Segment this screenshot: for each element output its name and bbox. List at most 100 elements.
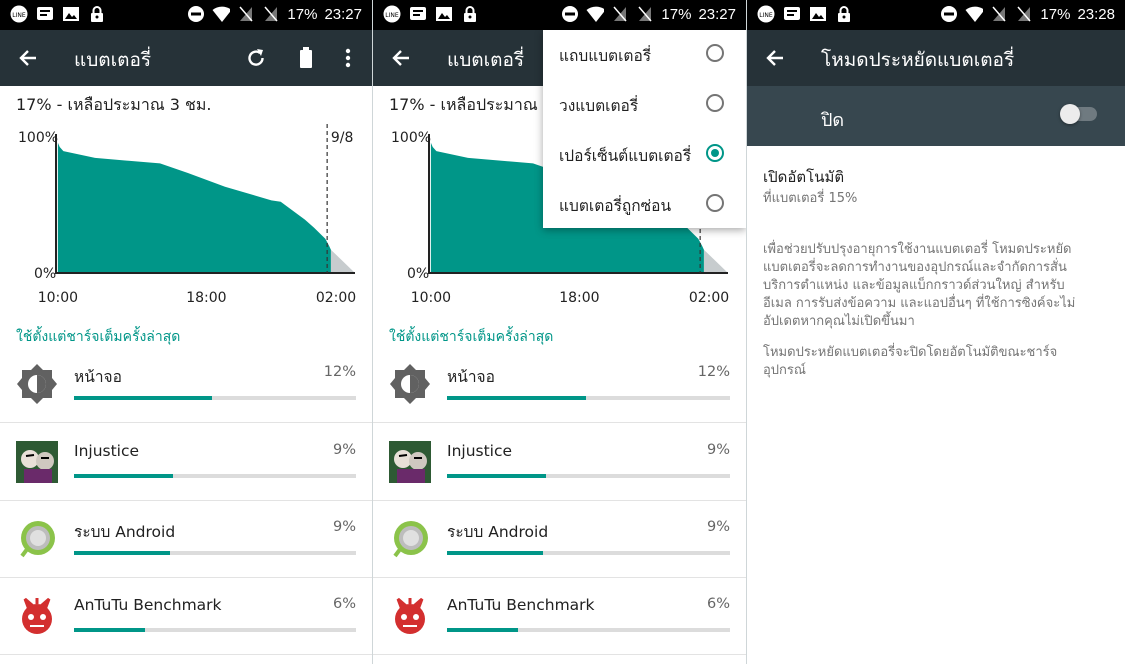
description-line: อีเมล การรับส่งข้อความ และแอปอื่นๆ ที่ใช… (763, 296, 1076, 311)
usage-percent: 12% (697, 364, 730, 380)
menu-item-label: วงแบตเตอรี่ (559, 97, 639, 115)
line-app-icon: LINE (10, 5, 28, 23)
y-axis-top-label: 100% (391, 130, 431, 146)
app-bar: โหมดประหยัดแบตเตอรี่ (747, 30, 1125, 86)
arrow-back-icon[interactable] (389, 46, 415, 70)
usage-app-name: ระบบ Android (447, 523, 549, 541)
menu-item-battery-percent[interactable]: เปอร์เซ็นต์แบตเตอรี่ (543, 130, 746, 180)
saver-description: เพื่อช่วยปรับปรุงอายุการใช้งานแบตเตอรี่ … (763, 241, 1105, 331)
x-tick-label: 18:00 (186, 290, 226, 306)
antutu-app-icon (16, 595, 58, 637)
usage-bar-fill (74, 551, 170, 555)
page-title: แบตเตอรี่ (74, 49, 152, 71)
y-axis-bottom-label: 0% (407, 266, 429, 282)
radio-button[interactable] (706, 94, 724, 112)
arrow-back-icon[interactable] (16, 46, 42, 70)
do-not-disturb-icon (561, 5, 579, 23)
line-app-icon: LINE (383, 5, 401, 23)
menu-item-label: เปอร์เซ็นต์แบตเตอรี่ (559, 147, 692, 165)
line-app-icon: LINE (757, 5, 775, 23)
brightness-icon (16, 363, 58, 405)
battery-saver-toggle[interactable] (1060, 104, 1097, 124)
radio-button[interactable] (706, 194, 724, 212)
description-line: อุปกรณ์ (763, 363, 806, 378)
usage-bar-fill (74, 396, 213, 400)
usage-bar (447, 396, 730, 400)
usage-bar (447, 474, 730, 478)
toggle-knob (1060, 104, 1080, 124)
usage-row-antutu[interactable]: AnTuTu Benchmark 6% (373, 577, 746, 655)
usage-bar-fill (74, 474, 173, 478)
usage-row-android-system[interactable]: ระบบ Android 9% (373, 500, 746, 578)
usage-app-name: ระบบ Android (74, 523, 176, 541)
usage-app-name: AnTuTu Benchmark (447, 596, 595, 614)
no-signal-icon (990, 5, 1008, 23)
do-not-disturb-icon (187, 5, 205, 23)
page-title: แบตเตอรี่ (447, 49, 525, 71)
no-signal-icon (611, 5, 629, 23)
usage-bar (74, 551, 356, 555)
lock-icon (461, 5, 479, 23)
menu-item-battery-bar[interactable]: แถบแบตเตอรี่ (543, 30, 746, 80)
menu-item-label: แบตเตอรี่ถูกซ่อน (559, 197, 672, 215)
injustice-app-icon (16, 441, 58, 483)
injustice-app-icon (389, 441, 431, 483)
usage-bar-fill (447, 474, 547, 478)
battery-percent-text: 17% (1040, 5, 1071, 23)
image-icon (809, 5, 827, 23)
message-icon (36, 5, 54, 23)
message-icon (409, 5, 427, 23)
wifi-icon (965, 5, 984, 23)
usage-app-name: Injustice (447, 442, 513, 460)
battery-style-menu: แถบแบตเตอรี่ วงแบตเตอรี่ เปอร์เซ็นต์แบตเ… (543, 30, 746, 228)
no-signal-icon (237, 5, 255, 23)
usage-percent: 12% (323, 364, 356, 380)
image-icon (62, 5, 80, 23)
radio-button[interactable] (706, 144, 724, 162)
description-line: เพื่อช่วยปรับปรุงอายุการใช้งานแบตเตอรี่ … (763, 242, 1072, 257)
menu-item-battery-circle[interactable]: วงแบตเตอรี่ (543, 80, 746, 130)
usage-percent: 9% (706, 442, 730, 458)
no-signal-icon (1015, 5, 1033, 23)
svg-text:LINE: LINE (759, 12, 773, 19)
more-vert-icon[interactable] (336, 46, 360, 70)
wifi-icon (586, 5, 605, 23)
usage-row-antutu[interactable]: AnTuTu Benchmark 6% (0, 577, 372, 655)
status-bar: LINE 17% 23:28 (747, 0, 1125, 30)
refresh-icon[interactable] (244, 46, 268, 70)
battery-saver-switch-bar[interactable]: ปิด (747, 86, 1125, 146)
x-tick-label: 02:00 (316, 290, 356, 306)
saver-charging-note: โหมดประหยัดแบตเตอรี่จะปิดโดยอัตโนมัติขณะ… (763, 344, 1105, 380)
battery-history-chart: 100% 0% 9/8 10:00 18:00 02:00 (18, 124, 356, 306)
clock-text: 23:27 (698, 5, 736, 23)
lock-icon (88, 5, 106, 23)
usage-row-injustice[interactable]: Injustice 9% (373, 423, 746, 501)
usage-row-android-system[interactable]: ระบบ Android 9% (0, 500, 372, 578)
usage-row-screen[interactable]: หน้าจอ 12% (373, 345, 746, 423)
description-line: บริการตำแหน่ง และข้อมูลแบ็กกราวด์ส่วนใหญ… (763, 278, 1065, 293)
usage-bar (447, 628, 730, 632)
battery-percent-text: 17% (661, 5, 692, 23)
menu-item-battery-hidden[interactable]: แบตเตอรี่ถูกซ่อน (543, 180, 746, 230)
projection-area (703, 249, 728, 273)
battery-summary: 17% - เหลือประมาณ 3 ชม. (16, 95, 212, 114)
usage-app-name: หน้าจอ (74, 368, 122, 386)
svg-text:LINE: LINE (12, 12, 26, 19)
description-line: อัปเดตหากคุณไม่เปิดขึ้นมา (763, 314, 915, 329)
arrow-back-icon[interactable] (763, 46, 789, 70)
battery-icon[interactable] (294, 46, 318, 70)
no-signal-icon (262, 5, 280, 23)
antutu-app-icon (389, 595, 431, 637)
usage-bar (74, 628, 356, 632)
description-line: โหมดประหยัดแบตเตอรี่จะปิดโดยอัตโนมัติขณะ… (763, 345, 1058, 360)
radio-button[interactable] (706, 44, 724, 62)
description-line: แบตเตอรี่จะลดการทำงานของอุปกรณ์และจำกัดก… (763, 260, 1067, 275)
usage-row-screen[interactable]: หน้าจอ 12% (0, 345, 372, 423)
date-marker-label: 9/8 (331, 130, 354, 146)
usage-bar-fill (447, 396, 586, 400)
auto-on-setting-title[interactable]: เปิดอัตโนมัติ (763, 165, 844, 189)
usage-percent: 6% (332, 596, 356, 612)
usage-row-injustice[interactable]: Injustice 9% (0, 423, 372, 501)
svg-text:LINE: LINE (385, 12, 399, 19)
wifi-icon (212, 5, 231, 23)
